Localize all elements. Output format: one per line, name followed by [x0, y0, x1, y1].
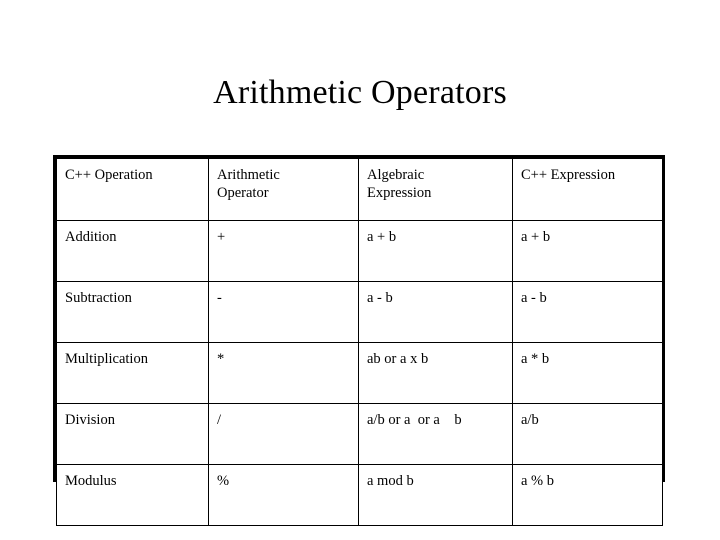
table: C++ Operation Arithmetic Operator Algebr… [56, 158, 663, 526]
cell-algebraic: a + b [358, 220, 513, 282]
cell-text: + [217, 229, 226, 245]
cell-text: a * b [521, 351, 550, 367]
cell-expression: a % b [512, 464, 663, 526]
slide-canvas: Arithmetic Operators C++ Operation Arith… [0, 0, 720, 540]
column-header-arithmetic-operator: Arithmetic Operator [208, 158, 359, 221]
cell-text: a/b [521, 412, 539, 428]
cell-text: a - b [521, 290, 547, 306]
cell-text: Division [65, 412, 115, 428]
cell-operator: - [208, 281, 359, 343]
cell-text: a mod b [367, 473, 414, 489]
cell-expression: a * b [512, 342, 663, 404]
column-header-label: Algebraic Expression [367, 167, 432, 201]
cell-operation: Multiplication [56, 342, 209, 404]
column-header-cpp-operation: C++ Operation [56, 158, 209, 221]
cell-operator: * [208, 342, 359, 404]
arithmetic-operators-table: C++ Operation Arithmetic Operator Algebr… [53, 155, 665, 526]
table-row: Subtraction - a - b a - b [56, 281, 663, 343]
cell-operator: / [208, 403, 359, 465]
table-row: Multiplication * ab or a x b a * b [56, 342, 663, 404]
cell-operation: Modulus [56, 464, 209, 526]
table-row: Modulus % a mod b a % b [56, 464, 663, 526]
column-header-algebraic-expression: Algebraic Expression [358, 158, 513, 221]
cell-text: Subtraction [65, 290, 132, 306]
cell-operator: + [208, 220, 359, 282]
cell-text: Addition [65, 229, 117, 245]
cell-expression: a/b [512, 403, 663, 465]
cell-text: - [217, 290, 222, 306]
table-header-row: C++ Operation Arithmetic Operator Algebr… [56, 158, 663, 221]
cell-text: a + b [521, 229, 551, 245]
cell-text: / [217, 412, 222, 428]
cell-algebraic: ab or a x b [358, 342, 513, 404]
cell-text: ab or a x b [367, 351, 429, 367]
cell-text: a % b [521, 473, 555, 489]
page-title: Arithmetic Operators [213, 74, 507, 111]
cell-operation: Addition [56, 220, 209, 282]
table-row: Addition + a + b a + b [56, 220, 663, 282]
cell-text: Multiplication [65, 351, 148, 367]
cell-expression: a - b [512, 281, 663, 343]
cell-expression: a + b [512, 220, 663, 282]
cell-text: a - b [367, 290, 393, 306]
cell-algebraic: a mod b [358, 464, 513, 526]
column-header-label: C++ Expression [521, 167, 616, 183]
cell-text: a/b or a or a b [367, 412, 462, 428]
cell-operator: % [208, 464, 359, 526]
column-header-cpp-expression: C++ Expression [512, 158, 663, 221]
cell-text: a + b [367, 229, 397, 245]
cell-text: * [217, 351, 225, 367]
cell-algebraic: a/b or a or a b [358, 403, 513, 465]
cell-text: % [217, 473, 230, 489]
table-row: Division / a/b or a or a b a/b [56, 403, 663, 465]
column-header-label: Arithmetic Operator [217, 167, 280, 201]
cell-text: Modulus [65, 473, 117, 489]
cell-operation: Division [56, 403, 209, 465]
cell-operation: Subtraction [56, 281, 209, 343]
column-header-label: C++ Operation [65, 167, 153, 183]
cell-algebraic: a - b [358, 281, 513, 343]
